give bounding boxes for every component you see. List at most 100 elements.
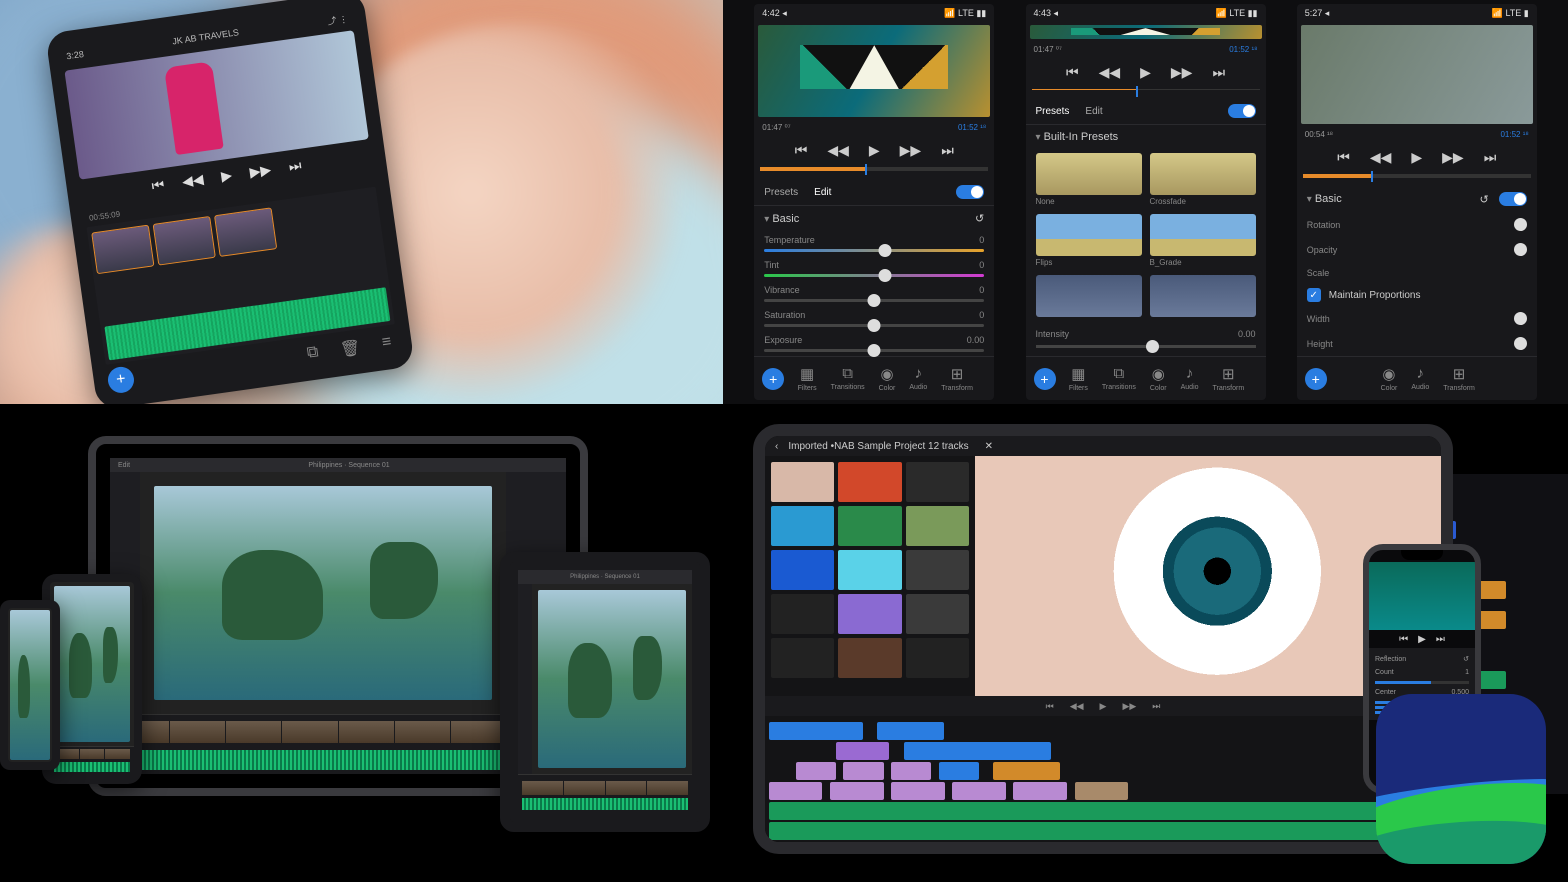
enable-toggle[interactable]	[956, 185, 984, 199]
media-thumb[interactable]	[906, 550, 969, 590]
step-fwd-icon[interactable]: ▶▶	[1171, 64, 1193, 81]
slider-saturation[interactable]: Saturation0	[754, 306, 994, 331]
slider-count[interactable]: Count1	[1375, 666, 1469, 679]
media-thumb[interactable]	[906, 594, 969, 634]
play-icon[interactable]: ▶	[869, 142, 880, 159]
go-end-icon[interactable]: ⏭	[288, 157, 303, 176]
timeline[interactable]	[110, 714, 566, 774]
go-start-icon[interactable]: ⏮	[1046, 701, 1054, 712]
media-thumb[interactable]	[771, 506, 834, 546]
preset-item[interactable]	[1150, 275, 1256, 317]
tool-filters[interactable]: ▦Filters	[1069, 365, 1088, 392]
video-preview[interactable]	[1301, 25, 1533, 124]
tool-transform[interactable]: ⊞Transform	[1213, 365, 1245, 392]
enable-toggle[interactable]	[1499, 192, 1527, 206]
tool-transitions[interactable]: ⧉Transitions	[831, 365, 865, 392]
step-back-icon[interactable]: ◀◀	[1370, 149, 1392, 166]
tool-color[interactable]: ◉Color	[1381, 365, 1398, 392]
chevron-down-icon[interactable]: ▾	[1307, 194, 1312, 205]
preset-item[interactable]	[1150, 214, 1256, 256]
tool-icon[interactable]: ◉	[1130, 850, 1140, 854]
tool-icon[interactable]: ⧉	[1043, 850, 1052, 855]
reset-icon[interactable]: ↺	[1480, 193, 1489, 206]
go-start-icon[interactable]: ⏮	[1066, 64, 1079, 81]
preset-item[interactable]	[1036, 275, 1142, 317]
go-start-icon[interactable]: ⏮	[151, 176, 166, 195]
step-fwd-icon[interactable]: ▶▶	[249, 161, 273, 181]
add-button[interactable]: +	[762, 368, 784, 390]
video-preview[interactable]	[54, 586, 130, 742]
menu-edit[interactable]: Edit	[118, 462, 130, 469]
step-back-icon[interactable]: ◀◀	[1070, 701, 1084, 712]
slider-opacity[interactable]: Opacity	[1297, 237, 1537, 262]
step-back-icon[interactable]: ◀◀	[1099, 64, 1121, 81]
play-icon[interactable]: ▶	[1100, 701, 1107, 712]
tool-audio[interactable]: ♪Audio	[1411, 365, 1429, 392]
trash-icon[interactable]: 🗑	[339, 337, 362, 360]
tab-edit[interactable]: Edit	[814, 187, 831, 198]
tab-presets[interactable]: Presets	[1036, 106, 1070, 117]
maintain-proportions-checkbox[interactable]: ✓ Maintain Proportions	[1297, 284, 1537, 306]
reset-icon[interactable]: ↺	[975, 212, 984, 225]
tool-audio[interactable]: ♪Audio	[909, 365, 927, 392]
video-preview[interactable]	[10, 610, 50, 760]
slider-temperature[interactable]: Temperature0	[754, 231, 994, 256]
video-preview[interactable]	[538, 590, 686, 768]
back-icon[interactable]: ‹	[775, 441, 778, 452]
tool-color[interactable]: ◉Color	[1150, 365, 1167, 392]
video-preview[interactable]	[154, 486, 492, 700]
go-end-icon[interactable]: ⏭	[941, 142, 954, 159]
media-thumb[interactable]	[838, 462, 901, 502]
chevron-down-icon[interactable]: ▾	[764, 214, 769, 225]
step-fwd-icon[interactable]: ▶▶	[1442, 149, 1464, 166]
go-end-icon[interactable]: ⏭	[1212, 64, 1225, 81]
media-thumb[interactable]	[906, 462, 969, 502]
go-end-icon[interactable]: ⏭	[1484, 149, 1497, 166]
preset-item[interactable]	[1036, 214, 1142, 256]
video-preview[interactable]	[758, 25, 990, 117]
tool-color[interactable]: ◉Color	[879, 365, 896, 392]
go-start-icon[interactable]: ⏮	[1337, 149, 1350, 166]
go-start-icon[interactable]: ⏮	[1399, 634, 1408, 645]
tool-audio[interactable]: ♪Audio	[1181, 365, 1199, 392]
add-button[interactable]: +	[1305, 368, 1327, 390]
tab-presets[interactable]: Presets	[764, 187, 798, 198]
slider-vibrance[interactable]: Vibrance0	[754, 281, 994, 306]
tool-transform[interactable]: ⊞Transform	[1443, 365, 1475, 392]
close-icon[interactable]: ✕	[985, 441, 993, 452]
video-preview[interactable]	[1369, 562, 1475, 630]
copy-icon[interactable]: ⧉	[306, 343, 320, 364]
add-button[interactable]: +	[1034, 368, 1056, 390]
tool-icon[interactable]: ✂	[1069, 850, 1079, 854]
tool-transform[interactable]: ⊞Transform	[941, 365, 973, 392]
step-fwd-icon[interactable]: ▶▶	[900, 142, 922, 159]
timeline[interactable]	[765, 716, 1441, 846]
play-icon[interactable]: ▶	[1140, 64, 1151, 81]
tab-edit[interactable]: Edit	[1085, 106, 1102, 117]
enable-toggle[interactable]	[1228, 104, 1256, 118]
go-start-icon[interactable]: ⏮	[795, 142, 808, 159]
media-thumb[interactable]	[771, 638, 834, 678]
step-fwd-icon[interactable]: ▶▶	[1122, 701, 1136, 712]
play-icon[interactable]: ▶	[1418, 634, 1426, 645]
step-back-icon[interactable]: ◀◀	[827, 142, 849, 159]
menu-icon[interactable]: ≡	[381, 333, 393, 354]
tool-icon[interactable]: ♪	[1159, 850, 1165, 854]
media-thumb[interactable]	[838, 506, 901, 546]
slider-exposure[interactable]: Exposure0.00	[754, 331, 994, 356]
scrubber[interactable]	[760, 167, 988, 171]
slider-rotation[interactable]: Rotation	[1297, 212, 1537, 237]
tool-icon[interactable]: ▦	[1013, 850, 1024, 854]
play-icon[interactable]: ▶	[1411, 149, 1422, 166]
audio-waveform[interactable]	[114, 750, 562, 770]
scrubber[interactable]	[1032, 89, 1260, 90]
preset-item[interactable]	[1036, 153, 1142, 195]
media-thumb[interactable]	[838, 594, 901, 634]
go-end-icon[interactable]: ⏭	[1152, 701, 1160, 712]
timeline[interactable]	[50, 746, 134, 776]
video-preview[interactable]	[1030, 25, 1262, 39]
go-end-icon[interactable]: ⏭	[1436, 634, 1445, 645]
chevron-down-icon[interactable]: ▾	[1036, 132, 1041, 143]
scrubber[interactable]	[1303, 174, 1531, 178]
media-thumb[interactable]	[838, 550, 901, 590]
